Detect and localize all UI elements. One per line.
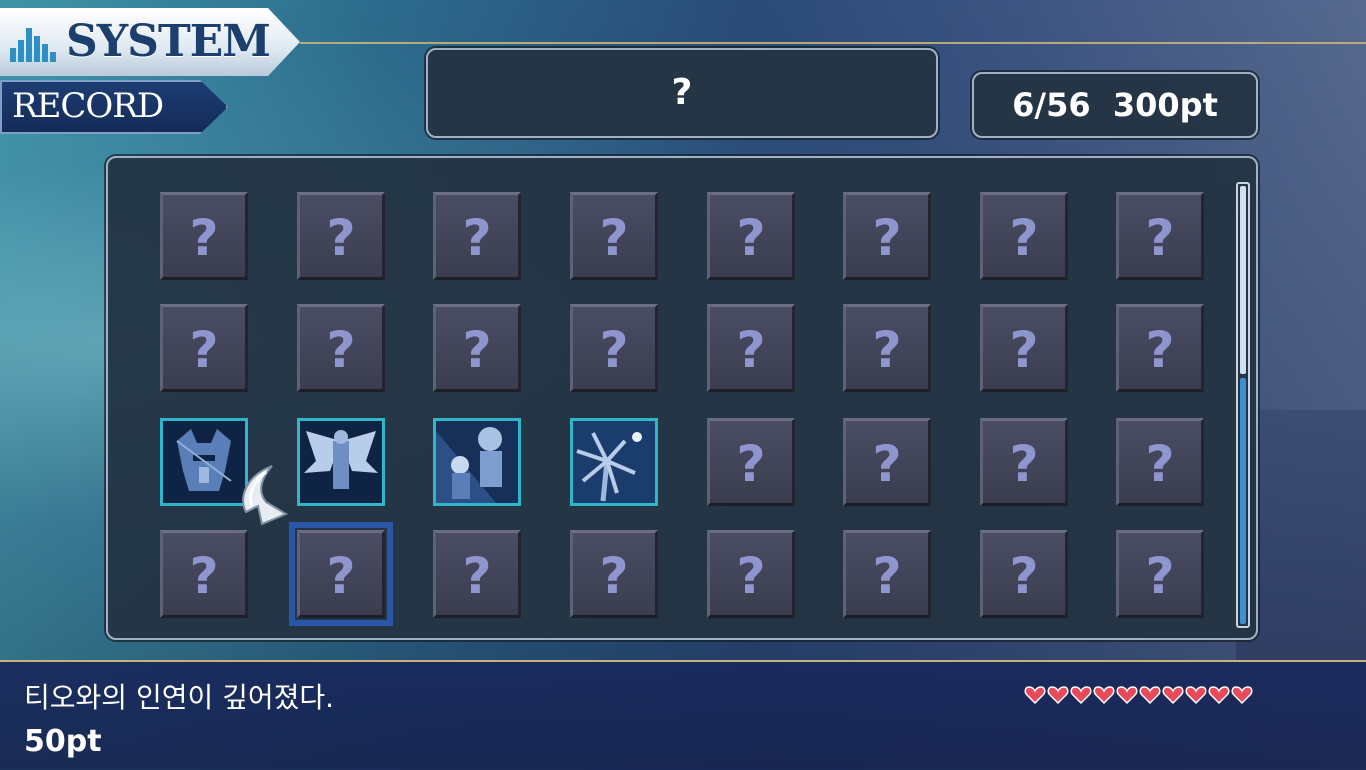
record-tile-selected[interactable]: ? xyxy=(289,522,393,626)
affinity-hearts xyxy=(1024,684,1254,712)
record-stats-panel: 6/56 300pt xyxy=(972,72,1258,138)
question-mark-icon: ? xyxy=(326,321,356,379)
question-mark-icon: ? xyxy=(1009,209,1039,267)
record-tile-locked[interactable]: ? xyxy=(570,304,658,392)
record-tile-locked[interactable]: ? xyxy=(980,530,1068,618)
record-tile-unlocked-palm[interactable] xyxy=(570,418,658,506)
city-skyline-icon xyxy=(10,22,58,62)
question-mark-icon: ? xyxy=(1145,547,1175,605)
question-mark-icon: ? xyxy=(872,321,902,379)
record-tile-locked[interactable]: ? xyxy=(1116,304,1204,392)
question-mark-icon: ? xyxy=(462,321,492,379)
record-tile-locked[interactable]: ? xyxy=(433,530,521,618)
question-mark-icon: ? xyxy=(326,209,356,267)
record-tile-locked[interactable]: ? xyxy=(1116,418,1204,506)
record-tile-locked[interactable]: ? xyxy=(707,530,795,618)
pointer-cursor-icon xyxy=(242,465,289,526)
question-mark-icon: ? xyxy=(1145,435,1175,493)
record-title: RECORD xyxy=(12,86,164,126)
knight-art-icon xyxy=(163,421,245,503)
record-tile-locked[interactable]: ? xyxy=(433,192,521,280)
heart-icon xyxy=(1047,686,1069,705)
record-tile-locked[interactable]: ? xyxy=(433,304,521,392)
heart-icon xyxy=(1185,686,1207,705)
record-tile-locked[interactable]: ? xyxy=(707,192,795,280)
record-tile-locked[interactable]: ? xyxy=(297,304,385,392)
question-mark-icon: ? xyxy=(462,547,492,605)
heart-icon xyxy=(1024,686,1046,705)
question-mark-icon: ? xyxy=(872,547,902,605)
question-mark-icon: ? xyxy=(872,209,902,267)
record-tile-locked[interactable]: ? xyxy=(297,192,385,280)
info-bar: 티오와의 인연이 깊어졌다. 50pt xyxy=(0,660,1366,770)
record-tab[interactable]: RECORD xyxy=(0,80,228,134)
question-mark-icon: ? xyxy=(189,209,219,267)
record-tile-locked[interactable]: ? xyxy=(843,530,931,618)
record-title-panel: ? xyxy=(426,48,938,138)
wings-art-icon xyxy=(300,421,382,503)
question-mark-icon: ? xyxy=(462,209,492,267)
record-tile-locked[interactable]: ? xyxy=(707,418,795,506)
heart-icon xyxy=(1116,686,1138,705)
record-tile-unlocked-knight[interactable] xyxy=(160,418,248,506)
record-tile-locked[interactable]: ? xyxy=(1116,192,1204,280)
record-tile-locked[interactable]: ? xyxy=(570,530,658,618)
question-mark-icon: ? xyxy=(1009,435,1039,493)
question-mark-icon: ? xyxy=(736,435,766,493)
question-mark-icon: ? xyxy=(736,209,766,267)
duo-art-icon xyxy=(436,421,518,503)
heart-icon xyxy=(1208,686,1230,705)
record-tile-locked[interactable]: ? xyxy=(980,304,1068,392)
record-tile-locked[interactable]: ? xyxy=(160,192,248,280)
scrollbar-track xyxy=(1240,378,1246,624)
question-mark-icon: ? xyxy=(599,547,629,605)
question-mark-icon: ? xyxy=(1009,321,1039,379)
heart-icon xyxy=(1162,686,1184,705)
grid-scrollbar[interactable] xyxy=(1236,182,1250,628)
record-tile-locked[interactable]: ? xyxy=(570,192,658,280)
record-tile-locked[interactable]: ? xyxy=(980,418,1068,506)
record-tile-locked[interactable]: ? xyxy=(160,304,248,392)
record-tile-locked[interactable]: ? xyxy=(843,418,931,506)
question-mark-icon: ? xyxy=(599,321,629,379)
record-tile-locked[interactable]: ? xyxy=(160,530,248,618)
record-tile-locked[interactable]: ? xyxy=(843,192,931,280)
heart-icon xyxy=(1139,686,1161,705)
record-tile-unlocked-duo[interactable] xyxy=(433,418,521,506)
question-mark-icon: ? xyxy=(326,547,356,605)
question-mark-icon: ? xyxy=(1145,321,1175,379)
question-mark-icon: ? xyxy=(189,547,219,605)
scrollbar-thumb[interactable] xyxy=(1240,186,1246,374)
record-tile-unlocked-wings[interactable] xyxy=(297,418,385,506)
question-mark-icon: ? xyxy=(872,435,902,493)
question-mark-icon: ? xyxy=(736,321,766,379)
question-mark-icon: ? xyxy=(736,547,766,605)
record-stats: 6/56 300pt xyxy=(1012,86,1218,124)
record-grid-panel xyxy=(106,156,1258,640)
record-tile-locked[interactable]: ? xyxy=(843,304,931,392)
record-points: 50pt xyxy=(24,724,102,759)
system-tab[interactable]: SYSTEM xyxy=(0,8,300,76)
system-title: SYSTEM xyxy=(66,16,271,67)
question-mark-icon: ? xyxy=(599,209,629,267)
question-mark-icon: ? xyxy=(189,321,219,379)
record-tile-locked[interactable]: ? xyxy=(1116,530,1204,618)
heart-icon xyxy=(1093,686,1115,705)
record-tile-locked[interactable]: ? xyxy=(707,304,795,392)
record-name: ? xyxy=(671,72,693,113)
heart-icon xyxy=(1070,686,1092,705)
question-mark-icon: ? xyxy=(1009,547,1039,605)
question-mark-icon: ? xyxy=(1145,209,1175,267)
header-divider-line xyxy=(300,42,1366,44)
record-tile-locked[interactable]: ? xyxy=(980,192,1068,280)
palm-art-icon xyxy=(573,421,655,503)
record-description: 티오와의 인연이 깊어졌다. xyxy=(24,681,335,714)
heart-icon xyxy=(1231,686,1253,705)
